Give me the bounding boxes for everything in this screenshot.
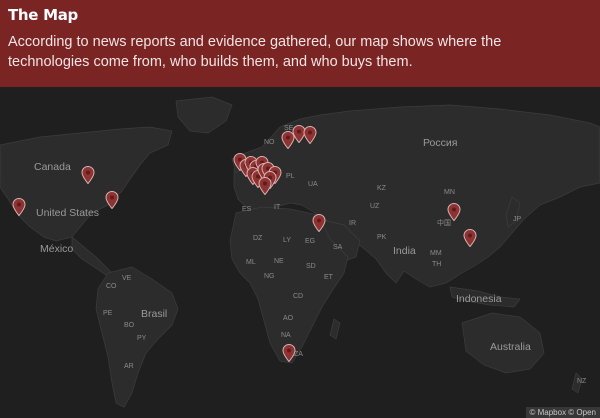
label-nz: NZ	[577, 378, 587, 385]
map-marker[interactable]	[312, 214, 326, 232]
map-pin-icon	[258, 177, 272, 195]
label-et: ET	[324, 274, 333, 281]
label-jp: JP	[513, 216, 522, 223]
label-ao: AO	[283, 315, 294, 322]
page-description: According to news reports and evidence g…	[8, 34, 502, 70]
map-pin-icon	[303, 126, 317, 144]
label-na: NA	[281, 332, 291, 339]
map-attribution[interactable]: © Mapbox © Open	[525, 407, 600, 418]
label-sa: SA	[333, 244, 343, 251]
label-ir: IR	[349, 220, 356, 227]
map-pin-icon	[463, 229, 477, 247]
label-ua: UA	[308, 181, 318, 188]
label-ne: NE	[274, 258, 284, 265]
label-kz: KZ	[377, 185, 386, 192]
label-mm: MM	[430, 250, 442, 257]
label-pl: PL	[286, 173, 295, 180]
map-pin-icon	[12, 198, 26, 216]
label-th: TH	[432, 261, 442, 268]
map-marker[interactable]	[282, 344, 296, 362]
map-pin-icon	[81, 166, 95, 184]
label-ml: ML	[246, 259, 256, 266]
label-ve: VE	[122, 275, 132, 282]
page: The Map According to news reports and ev…	[0, 0, 600, 418]
map-pin-icon	[282, 344, 296, 362]
map-marker[interactable]	[258, 177, 272, 195]
map-pin-icon	[105, 191, 119, 209]
label-australia: Australia	[490, 341, 531, 353]
label-ly: LY	[283, 237, 292, 244]
label-indonesia: Indonesia	[456, 293, 502, 305]
label-py: PY	[137, 335, 147, 342]
label-pk: PK	[377, 234, 387, 241]
label-sd: SD	[306, 263, 316, 270]
label-china: 中国	[437, 220, 451, 227]
label-no: NO	[264, 139, 275, 146]
label-co: CO	[106, 283, 117, 290]
label-it: IT	[274, 204, 281, 211]
label-india: India	[393, 245, 416, 257]
label-russia: Россия	[423, 137, 458, 149]
map-marker[interactable]	[81, 166, 95, 184]
label-canada: Canada	[34, 161, 71, 173]
map-marker[interactable]	[12, 198, 26, 216]
label-ng: NG	[264, 273, 275, 280]
label-mn: MN	[444, 189, 455, 196]
map-marker[interactable]	[105, 191, 119, 209]
label-dz: DZ	[253, 235, 263, 242]
map-marker[interactable]	[463, 229, 477, 247]
label-uz: UZ	[370, 203, 380, 210]
label-eg: EG	[305, 238, 316, 245]
header-banner: The Map According to news reports and ev…	[0, 0, 600, 87]
label-united-states: United States	[36, 207, 100, 219]
label-bo: BO	[124, 322, 135, 329]
world-map[interactable]: Canada United States México Brasil Росси…	[0, 87, 600, 418]
label-ar: AR	[124, 363, 134, 370]
map-marker[interactable]	[447, 203, 461, 221]
map-marker[interactable]	[303, 126, 317, 144]
label-brasil: Brasil	[141, 308, 168, 320]
label-pe: PE	[103, 310, 113, 317]
map-pin-icon	[447, 203, 461, 221]
page-title: The Map	[8, 6, 78, 24]
label-cd: CD	[293, 293, 304, 300]
label-mexico: México	[40, 243, 74, 255]
map-pin-icon	[312, 214, 326, 232]
label-es: ES	[242, 206, 252, 213]
